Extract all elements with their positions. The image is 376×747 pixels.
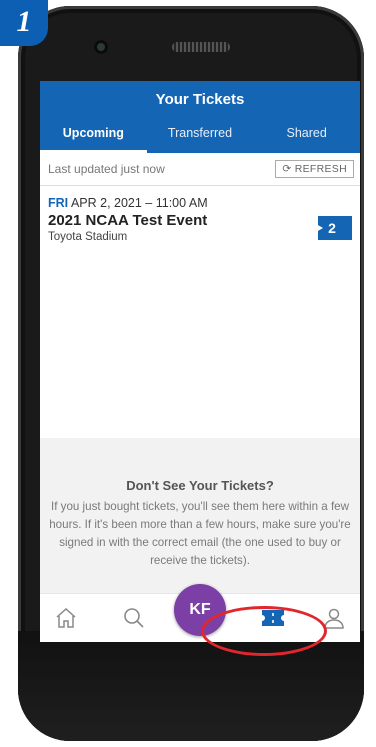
event-name: 2021 NCAA Test Event [48, 212, 208, 229]
event-datetime: APR 2, 2021 – 11:00 AM [70, 196, 208, 210]
last-updated-text: Last updated just now [48, 162, 165, 176]
app-header: Your Tickets Upcoming Transferred Shared [40, 81, 360, 153]
tab-transferred[interactable]: Transferred [147, 113, 254, 153]
refresh-button[interactable]: ⟳ REFRESH [275, 160, 354, 178]
app-screen: Your Tickets Upcoming Transferred Shared… [40, 81, 360, 642]
info-title: Don't See Your Tickets? [126, 478, 274, 493]
page-title: Your Tickets [155, 91, 245, 108]
highlight-circle [201, 606, 327, 656]
refresh-icon: ⟳ [282, 163, 292, 175]
tab-upcoming[interactable]: Upcoming [40, 113, 147, 153]
event-date: FRI APR 2, 2021 – 11:00 AM [48, 196, 352, 210]
event-day: FRI [48, 196, 69, 210]
front-camera-icon [94, 40, 108, 54]
step-number: 1 [16, 5, 32, 38]
search-icon[interactable] [122, 606, 146, 635]
home-icon[interactable] [54, 606, 78, 635]
phone-bottom-bezel [18, 631, 364, 741]
status-row: Last updated just now ⟳ REFRESH [40, 153, 360, 186]
ticket-tabs: Upcoming Transferred Shared [40, 113, 360, 153]
info-text: If you just bought tickets, you'll see t… [49, 500, 351, 567]
phone-top-bezel [18, 6, 364, 86]
missing-tickets-info: Don't See Your Tickets? If you just boug… [40, 438, 360, 598]
event-venue: Toyota Stadium [48, 231, 128, 243]
refresh-label: REFRESH [294, 163, 347, 175]
event-card[interactable]: FRI APR 2, 2021 – 11:00 AM 2021 NCAA Tes… [40, 186, 360, 426]
step-badge: 1 [0, 0, 48, 46]
tab-shared[interactable]: Shared [253, 113, 360, 153]
speaker-grille [172, 42, 230, 52]
